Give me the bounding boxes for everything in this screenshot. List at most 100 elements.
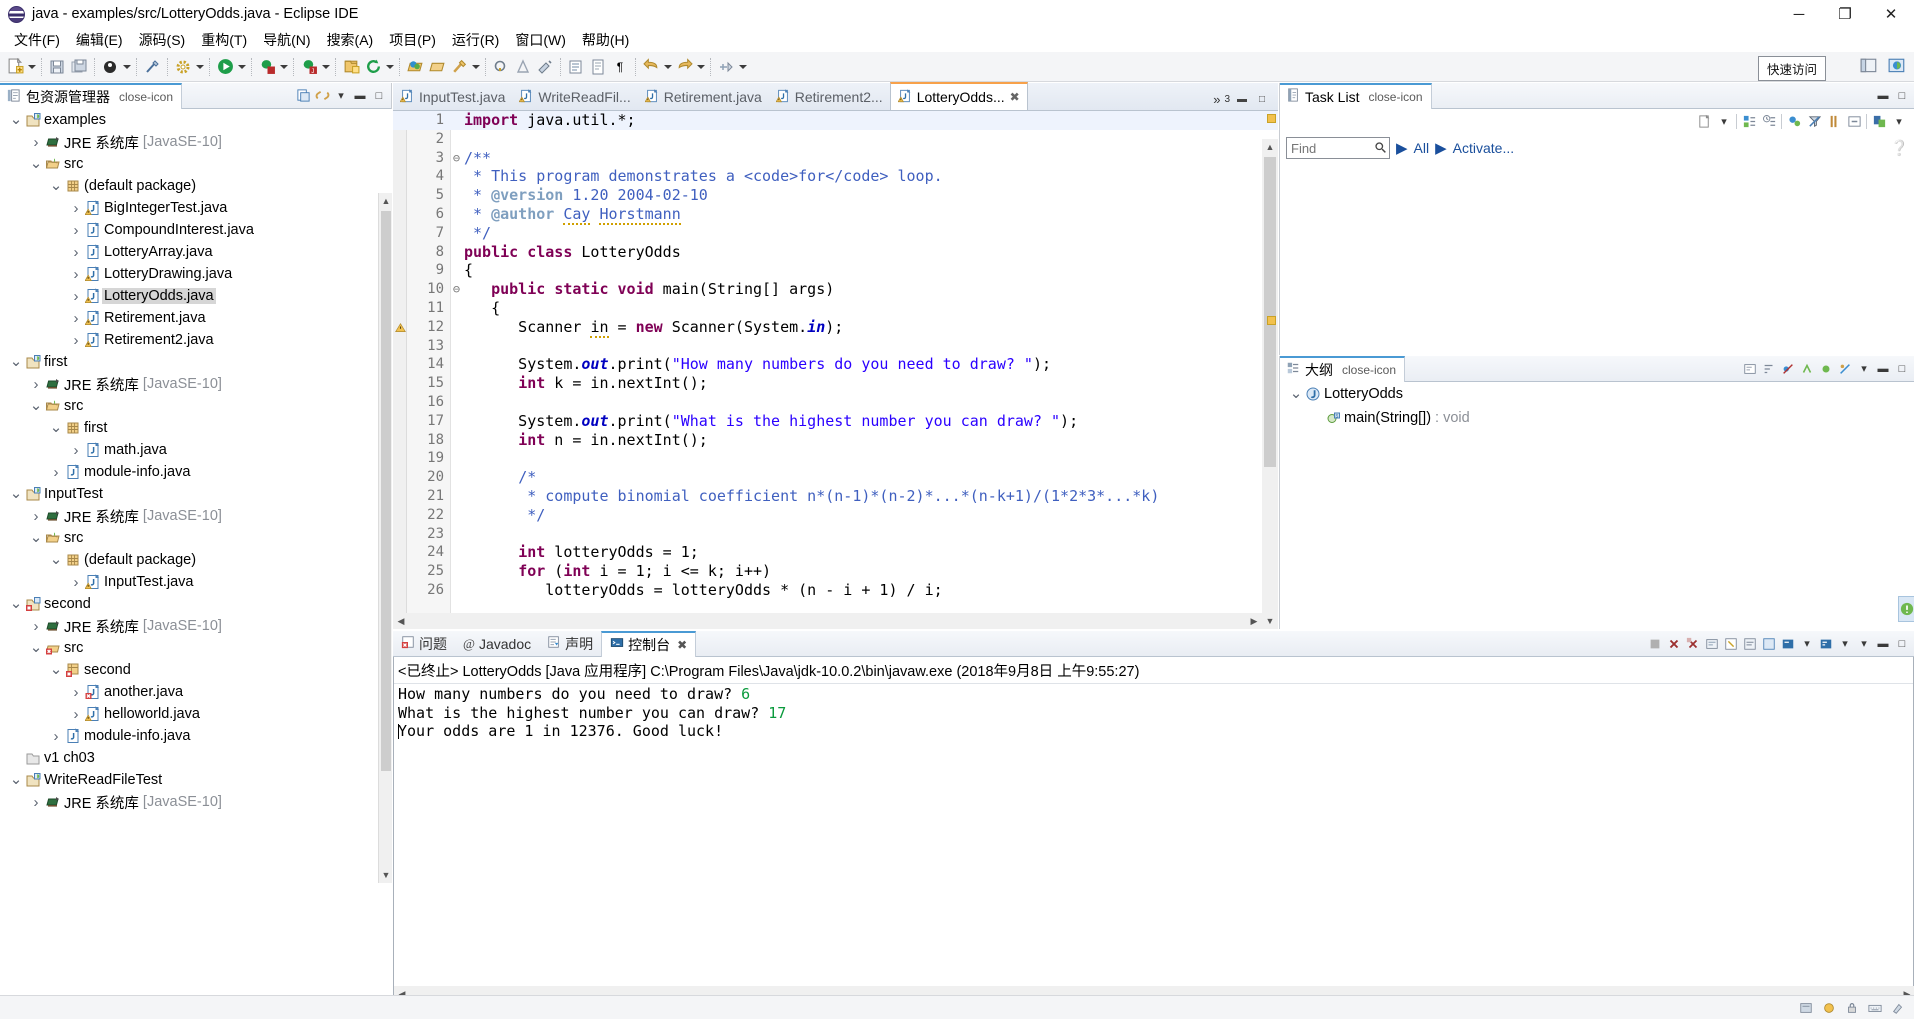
warning-marker-icon[interactable] (394, 320, 406, 334)
new-java-project-icon[interactable] (341, 57, 361, 77)
chevron-down-icon[interactable]: ⌄ (28, 530, 44, 545)
java-perspective-icon[interactable] (1887, 56, 1907, 76)
chevron-right-icon[interactable]: › (68, 333, 84, 348)
focus-on-active-task-icon[interactable] (1742, 361, 1758, 377)
hide-static-icon[interactable] (1799, 361, 1815, 377)
outline-item-lotteryodds[interactable]: ⌄ LotteryOdds (1280, 382, 1914, 406)
tree-item-lotterydrawing-java[interactable]: › LotteryDrawing.java (0, 263, 392, 285)
code-line-11[interactable]: 11 { (393, 299, 1278, 318)
menu-window[interactable]: 窗口(W) (507, 28, 574, 52)
close-button[interactable]: ✕ (1868, 0, 1914, 28)
tree-item-src[interactable]: ⌄ src (0, 395, 392, 417)
paragraph-mark-icon[interactable]: ¶ (610, 57, 630, 77)
code-line-8[interactable]: 8 public class LotteryOdds (393, 243, 1278, 262)
misc-icon[interactable] (1890, 1000, 1906, 1016)
debug-dropdown-icon[interactable] (278, 57, 289, 77)
menu-file[interactable]: 文件(F) (6, 28, 68, 52)
tree-item-jre[interactable]: › JRE 系统库 [JavaSE-10] (0, 791, 392, 813)
close-icon[interactable]: close-icon (1368, 90, 1422, 104)
scroll-lock-icon[interactable] (1704, 636, 1720, 652)
minimize-button[interactable]: ─ (1776, 0, 1822, 28)
back-dropdown-icon[interactable] (662, 57, 673, 77)
scroll-down-icon[interactable]: ▼ (1262, 613, 1278, 629)
scroll-thumb[interactable] (1264, 157, 1276, 467)
maximize-button[interactable]: ❐ (1822, 0, 1868, 28)
quick-access-field[interactable]: 快速访问 (1757, 56, 1826, 81)
chevron-down-icon[interactable]: ⌄ (8, 596, 24, 611)
maximize-icon[interactable]: □ (1894, 361, 1910, 377)
chevron-down-icon[interactable]: ⌄ (48, 178, 64, 193)
open-perspective-icon[interactable] (1859, 56, 1879, 76)
tree-item-second[interactable]: ⌄ second (0, 659, 392, 681)
tree-item-helloworld-java[interactable]: › helloworld.java (0, 703, 392, 725)
chevron-right-icon[interactable]: › (68, 201, 84, 216)
tree-item-math-java[interactable]: › math.java (0, 439, 392, 461)
schedule-icon[interactable] (1761, 113, 1777, 129)
editor-tab-writereadfil[interactable]: WriteReadFil... (512, 84, 637, 110)
search-icon[interactable] (1373, 140, 1387, 154)
tree-item-src[interactable]: ⌄ src (0, 153, 392, 175)
tree-item-default-package[interactable]: ⌄ (default package) (0, 175, 392, 197)
chevron-down-icon[interactable]: ⌄ (28, 156, 44, 171)
tree-item-another-java[interactable]: › another.java (0, 681, 392, 703)
chevron-down-icon[interactable]: ⌄ (8, 772, 24, 787)
chevron-right-icon[interactable]: › (68, 685, 84, 700)
chevron-right-icon[interactable]: › (48, 465, 64, 480)
keyboard-icon[interactable] (1867, 1000, 1883, 1016)
new-wizard-dropdown-icon[interactable] (26, 57, 37, 77)
chevron-right-icon[interactable]: › (68, 443, 84, 458)
console-tab-problems[interactable]: 问题 (393, 631, 455, 657)
chevron-right-icon[interactable]: › (68, 311, 84, 326)
remove-all-terminated-icon[interactable] (1685, 636, 1701, 652)
hide-non-public-icon[interactable] (1818, 361, 1834, 377)
code-line-12[interactable]: 12 Scanner in = new Scanner(System.in); (393, 317, 1278, 338)
code-line-13[interactable]: 13 (393, 337, 1278, 356)
tree-item-writereadfiletest[interactable]: ⌄ WriteReadFileTest (0, 769, 392, 791)
chevron-right-icon[interactable]: › (68, 223, 84, 238)
terminate-icon[interactable] (1647, 636, 1663, 652)
scroll-up-icon[interactable]: ▲ (379, 193, 393, 209)
code-line-18[interactable]: 18 int n = in.nextInt(); (393, 431, 1278, 450)
code-editor[interactable]: 1 import java.util.*; 2 3 ⊖/** 4 * This prog… (393, 111, 1278, 629)
toggle-mark-occurrences-icon[interactable] (142, 57, 162, 77)
tree-item-second[interactable]: ⌄ second (0, 593, 392, 615)
chevron-right-icon[interactable]: › (28, 135, 44, 150)
code-line-3[interactable]: 3 ⊖/** (393, 149, 1278, 168)
new-task-dropdown-icon[interactable]: ▾ (1716, 113, 1732, 129)
editor-tab-lotteryodds[interactable]: LotteryOdds... ✖ (889, 82, 1028, 110)
menu-project[interactable]: 项目(P) (381, 28, 444, 52)
maximize-icon[interactable]: □ (1894, 88, 1910, 104)
package-tree[interactable]: ⌄ examples › JRE 系统库 [JavaSE-10] ⌄ src ⌄ (defau… (0, 109, 392, 815)
menu-run[interactable]: 运行(R) (444, 28, 507, 52)
code-line-21[interactable]: 21 * compute binomial coefficient n*(n-1… (393, 487, 1278, 506)
last-edit-location-icon[interactable] (535, 57, 555, 77)
fold-collapse-icon[interactable]: ⊖ (451, 280, 462, 299)
pin-editor-icon[interactable] (716, 57, 736, 77)
tree-item-jre[interactable]: › JRE 系统库 [JavaSE-10] (0, 505, 392, 527)
tree-item-lotteryarray-java[interactable]: › LotteryArray.java (0, 241, 392, 263)
view-menu-icon[interactable]: ▾ (1856, 361, 1872, 377)
menu-refactor[interactable]: 重构(T) (193, 28, 255, 52)
code-line-6[interactable]: 6 * @author Cay Horstmann (393, 204, 1278, 225)
hide-local-types-icon[interactable] (1837, 361, 1853, 377)
scroll-left-icon[interactable]: ◀ (393, 613, 409, 629)
code-line-1[interactable]: 1 import java.util.*; (393, 111, 1278, 130)
sort-icon[interactable] (1761, 361, 1777, 377)
filter-icon[interactable] (1806, 113, 1822, 129)
chevron-down-icon[interactable]: ⌄ (48, 662, 64, 677)
code-line-17[interactable]: 17 System.out.print("What is the highest… (393, 412, 1278, 431)
open-task-icon[interactable] (427, 57, 447, 77)
chevron-down-icon[interactable]: ⌄ (48, 552, 64, 567)
tree-item-lotteryodds-java[interactable]: › LotteryOdds.java (0, 285, 392, 307)
overview-ruler-warning-marker[interactable] (1267, 114, 1276, 123)
tree-item-jre[interactable]: › JRE 系统库 [JavaSE-10] (0, 131, 392, 153)
tree-item-inputtest[interactable]: ⌄ InputTest (0, 483, 392, 505)
code-line-14[interactable]: 14 System.out.print("How many numbers do… (393, 355, 1278, 374)
editor-tab-inputtestjava[interactable]: InputTest.java (393, 84, 512, 110)
tree-item-retirement2-java[interactable]: › Retirement2.java (0, 329, 392, 351)
clear-console-icon[interactable] (1723, 636, 1739, 652)
code-line-24[interactable]: 24 int lotteryOdds = 1; (393, 543, 1278, 562)
editor-vertical-scrollbar[interactable]: ▲ ▼ (1262, 139, 1278, 629)
code-line-7[interactable]: 7 */ (393, 224, 1278, 243)
tab-outline[interactable]: 大纲 close-icon (1280, 355, 1406, 382)
